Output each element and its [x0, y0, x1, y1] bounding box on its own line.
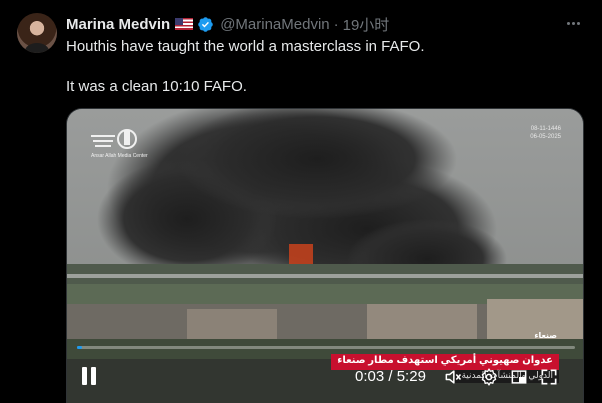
volume-muted-icon[interactable] — [443, 367, 463, 387]
tweet[interactable]: Marina Medvin @MarinaMedvin · 19小时 Houth… — [0, 0, 602, 403]
date-hijri: 08-11-1446 — [530, 126, 561, 132]
us-flag-icon — [175, 18, 194, 30]
tweet-text-line-2: It was a clean 10:10 FAFO. — [66, 78, 247, 95]
video-progress-fill — [77, 346, 82, 349]
avatar[interactable] — [17, 13, 57, 53]
author-handle[interactable]: @MarinaMedvin — [220, 16, 329, 33]
fullscreen-icon[interactable] — [539, 367, 559, 387]
video-progress-bar[interactable] — [77, 346, 575, 349]
date-gregorian: 06-05-2025 — [530, 134, 561, 140]
post-time[interactable]: 19小时 — [343, 14, 390, 35]
verified-badge-icon — [198, 16, 213, 32]
more-options-icon[interactable] — [560, 13, 586, 33]
separator-dot: · — [333, 15, 339, 33]
author-name[interactable]: Marina Medvin — [66, 16, 170, 33]
pause-icon[interactable] — [81, 367, 97, 385]
video-date-stamp: 08-11-1446 06-05-2025 — [530, 125, 561, 141]
tweet-text-line-1: Houthis have taught the world a mastercl… — [66, 38, 425, 55]
video-timer: 0:03 / 5:29 — [355, 368, 426, 385]
time-separator: / — [384, 368, 397, 385]
location-label: صنعاء — [534, 331, 557, 340]
video-controls: 0:03 / 5:29 — [67, 359, 583, 399]
picture-in-picture-icon[interactable] — [509, 367, 529, 387]
settings-icon[interactable] — [479, 367, 499, 387]
tweet-header: Marina Medvin @MarinaMedvin · 19小时 — [66, 14, 389, 34]
current-time: 0:03 — [355, 368, 385, 385]
duration: 5:29 — [396, 368, 426, 385]
video-player[interactable]: Ansar Allah Media Center 08-11-1446 06-0… — [66, 108, 584, 403]
channel-logo-text: Ansar Allah Media Center — [91, 153, 148, 159]
